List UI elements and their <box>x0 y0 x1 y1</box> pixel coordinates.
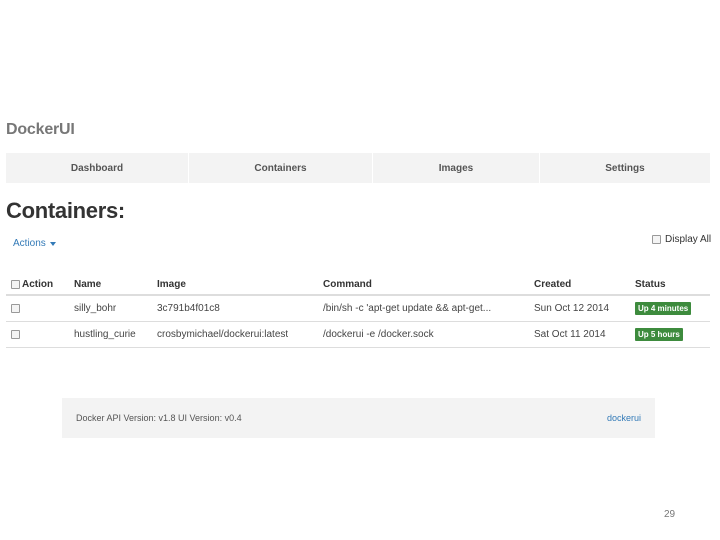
dockerui-link[interactable]: dockerui <box>607 413 641 423</box>
display-all-checkbox[interactable] <box>652 235 661 244</box>
select-all-cell <box>11 274 20 294</box>
container-image-link[interactable]: crosbymichael/dockerui:latest <box>157 322 288 347</box>
row-checkbox[interactable] <box>11 304 20 313</box>
containers-table: Action Name Image Command Created Status… <box>6 274 710 348</box>
page-title: Containers: <box>6 198 125 223</box>
caret-down-icon <box>49 241 56 246</box>
top-navbar: Dashboard Containers Images Settings <box>6 153 710 183</box>
display-all-toggle: Display All <box>652 234 711 245</box>
header-image[interactable]: Image <box>157 274 186 294</box>
header-command[interactable]: Command <box>323 274 508 294</box>
container-image-link[interactable]: 3c791b4f01c8 <box>157 296 220 321</box>
status-cell: Up 4 minutes <box>635 296 692 321</box>
actions-dropdown[interactable]: Actions <box>13 238 56 249</box>
status-badge: Up 4 minutes <box>635 302 692 315</box>
header-status[interactable]: Status <box>635 274 666 294</box>
actions-label: Actions <box>13 238 46 249</box>
slide-page-number: 29 <box>664 509 676 520</box>
container-command: /dockerui -e /docker.sock <box>323 329 434 340</box>
nav-dashboard[interactable]: Dashboard <box>6 153 189 183</box>
page-footer: Docker API Version: v1.8 UI Version: v0.… <box>62 398 655 438</box>
header-created[interactable]: Created <box>534 274 571 294</box>
nav-settings[interactable]: Settings <box>540 153 710 183</box>
version-text: Docker API Version: v1.8 UI Version: v0.… <box>76 413 242 423</box>
row-select-cell <box>11 322 20 347</box>
table-header-row: Action Name Image Command Created Status <box>6 274 710 296</box>
row-checkbox[interactable] <box>11 330 20 339</box>
container-name-link[interactable]: silly_bohr <box>74 296 116 321</box>
nav-images[interactable]: Images <box>373 153 540 183</box>
table-row: silly_bohr 3c791b4f01c8 /bin/sh -c 'apt-… <box>6 296 710 322</box>
status-badge: Up 5 hours <box>635 328 683 341</box>
nav-containers[interactable]: Containers <box>189 153 373 183</box>
container-command: /bin/sh -c 'apt-get update && apt-get... <box>323 303 492 314</box>
app-brand[interactable]: DockerUI <box>6 121 75 139</box>
header-name[interactable]: Name <box>74 274 101 294</box>
row-select-cell <box>11 296 20 321</box>
select-all-checkbox[interactable] <box>11 279 20 289</box>
status-cell: Up 5 hours <box>635 322 683 347</box>
header-action: Action <box>22 278 54 290</box>
table-row: hustling_curie crosbymichael/dockerui:la… <box>6 322 710 348</box>
container-name-link[interactable]: hustling_curie <box>74 322 136 347</box>
container-created: Sun Oct 12 2014 <box>534 303 610 314</box>
container-created: Sat Oct 11 2014 <box>534 329 606 340</box>
display-all-label: Display All <box>665 234 712 245</box>
